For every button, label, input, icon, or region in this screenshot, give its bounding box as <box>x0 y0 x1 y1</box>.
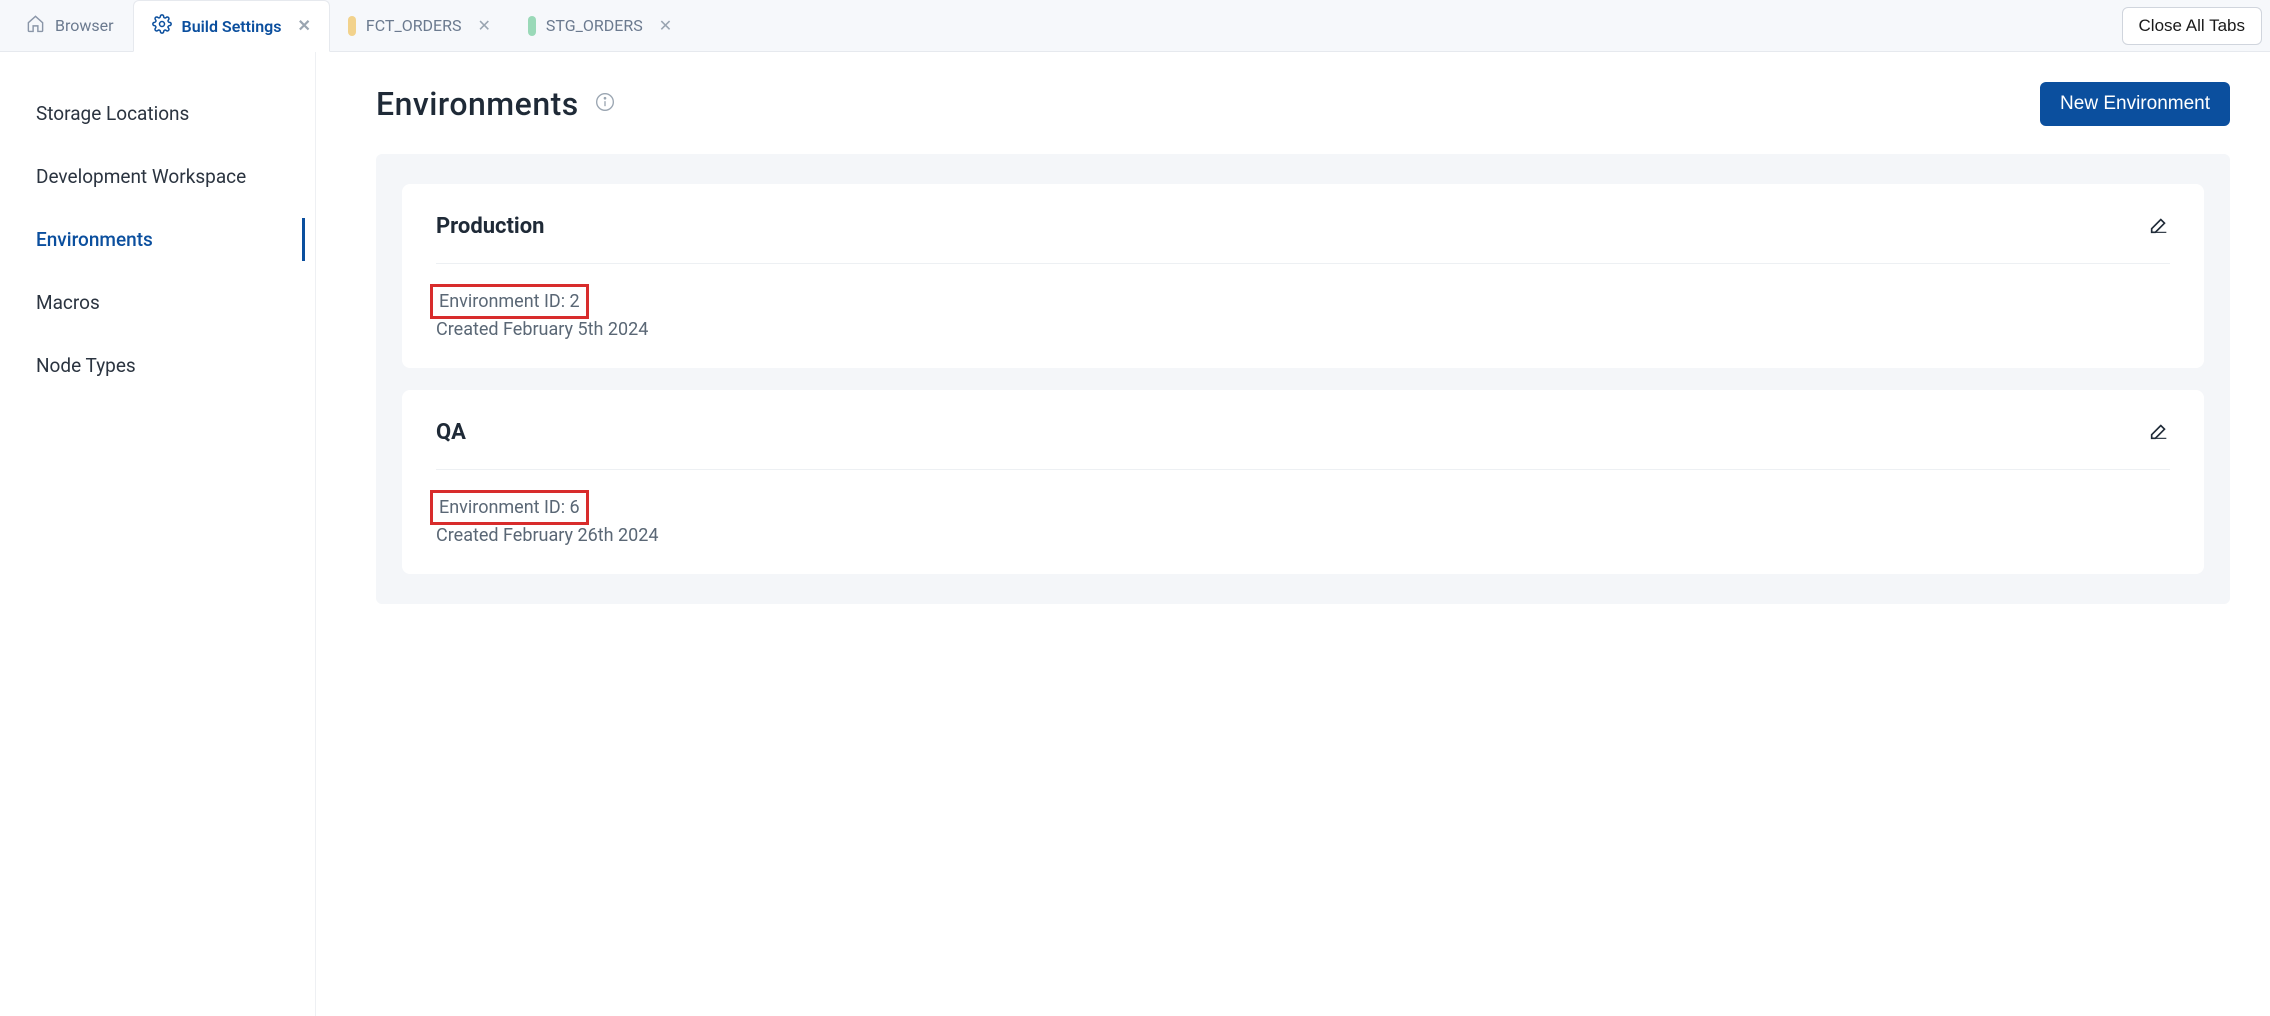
close-icon[interactable]: ✕ <box>297 18 310 34</box>
sidebar-item-label: Node Types <box>36 354 136 377</box>
page-title: Environments <box>376 85 579 123</box>
tab-label: Build Settings <box>182 17 282 36</box>
home-icon <box>26 14 45 37</box>
edit-environment-button[interactable] <box>2148 214 2170 239</box>
gear-icon <box>152 14 172 38</box>
tab-swatch <box>348 16 356 36</box>
environment-created: Created February 26th 2024 <box>436 525 2170 546</box>
edit-icon <box>2148 430 2170 445</box>
tab-label: Browser <box>55 16 114 35</box>
sidebar-item-environments[interactable]: Environments <box>0 208 315 271</box>
environment-id: Environment ID: 6 <box>430 490 589 525</box>
tab-label: FCT_ORDERS <box>366 16 462 35</box>
sidebar-item-node-types[interactable]: Node Types <box>0 334 315 397</box>
edit-environment-button[interactable] <box>2148 420 2170 445</box>
environment-id: Environment ID: 2 <box>430 284 589 319</box>
environment-card: QA Environment ID: 6 Created February 26… <box>402 390 2204 574</box>
tab-bar: Browser Build Settings ✕ FCT_ORDERS ✕ ST… <box>0 0 2270 52</box>
tab-label: STG_ORDERS <box>546 16 643 35</box>
environment-created: Created February 5th 2024 <box>436 319 2170 340</box>
sidebar-item-label: Macros <box>36 291 100 314</box>
sidebar-item-label: Storage Locations <box>36 102 189 125</box>
environment-name: Production <box>436 214 545 239</box>
sidebar-item-label: Development Workspace <box>36 165 246 188</box>
environments-list: Production Environment ID: 2 Created Feb… <box>376 154 2230 604</box>
info-icon[interactable] <box>595 92 615 116</box>
tab-swatch <box>528 16 536 36</box>
sidebar-item-macros[interactable]: Macros <box>0 271 315 334</box>
sidebar-item-storage-locations[interactable]: Storage Locations <box>0 82 315 145</box>
close-icon[interactable]: ✕ <box>478 18 491 34</box>
settings-sidebar: Storage Locations Development Workspace … <box>0 52 316 1016</box>
new-environment-button[interactable]: New Environment <box>2040 82 2230 126</box>
environment-name: QA <box>436 420 466 445</box>
close-all-tabs-button[interactable]: Close All Tabs <box>2122 7 2262 45</box>
content-panel: Environments New Environment Production <box>316 52 2270 1016</box>
sidebar-item-development-workspace[interactable]: Development Workspace <box>0 145 315 208</box>
tab-stg-orders[interactable]: STG_ORDERS ✕ <box>510 0 691 52</box>
page-header: Environments New Environment <box>376 82 2230 126</box>
tab-fct-orders[interactable]: FCT_ORDERS ✕ <box>330 0 510 52</box>
edit-icon <box>2148 224 2170 239</box>
tab-build-settings[interactable]: Build Settings ✕ <box>133 0 330 52</box>
environment-card: Production Environment ID: 2 Created Feb… <box>402 184 2204 368</box>
close-icon[interactable]: ✕ <box>659 18 672 34</box>
tab-browser[interactable]: Browser <box>8 0 133 52</box>
sidebar-item-label: Environments <box>36 228 153 251</box>
